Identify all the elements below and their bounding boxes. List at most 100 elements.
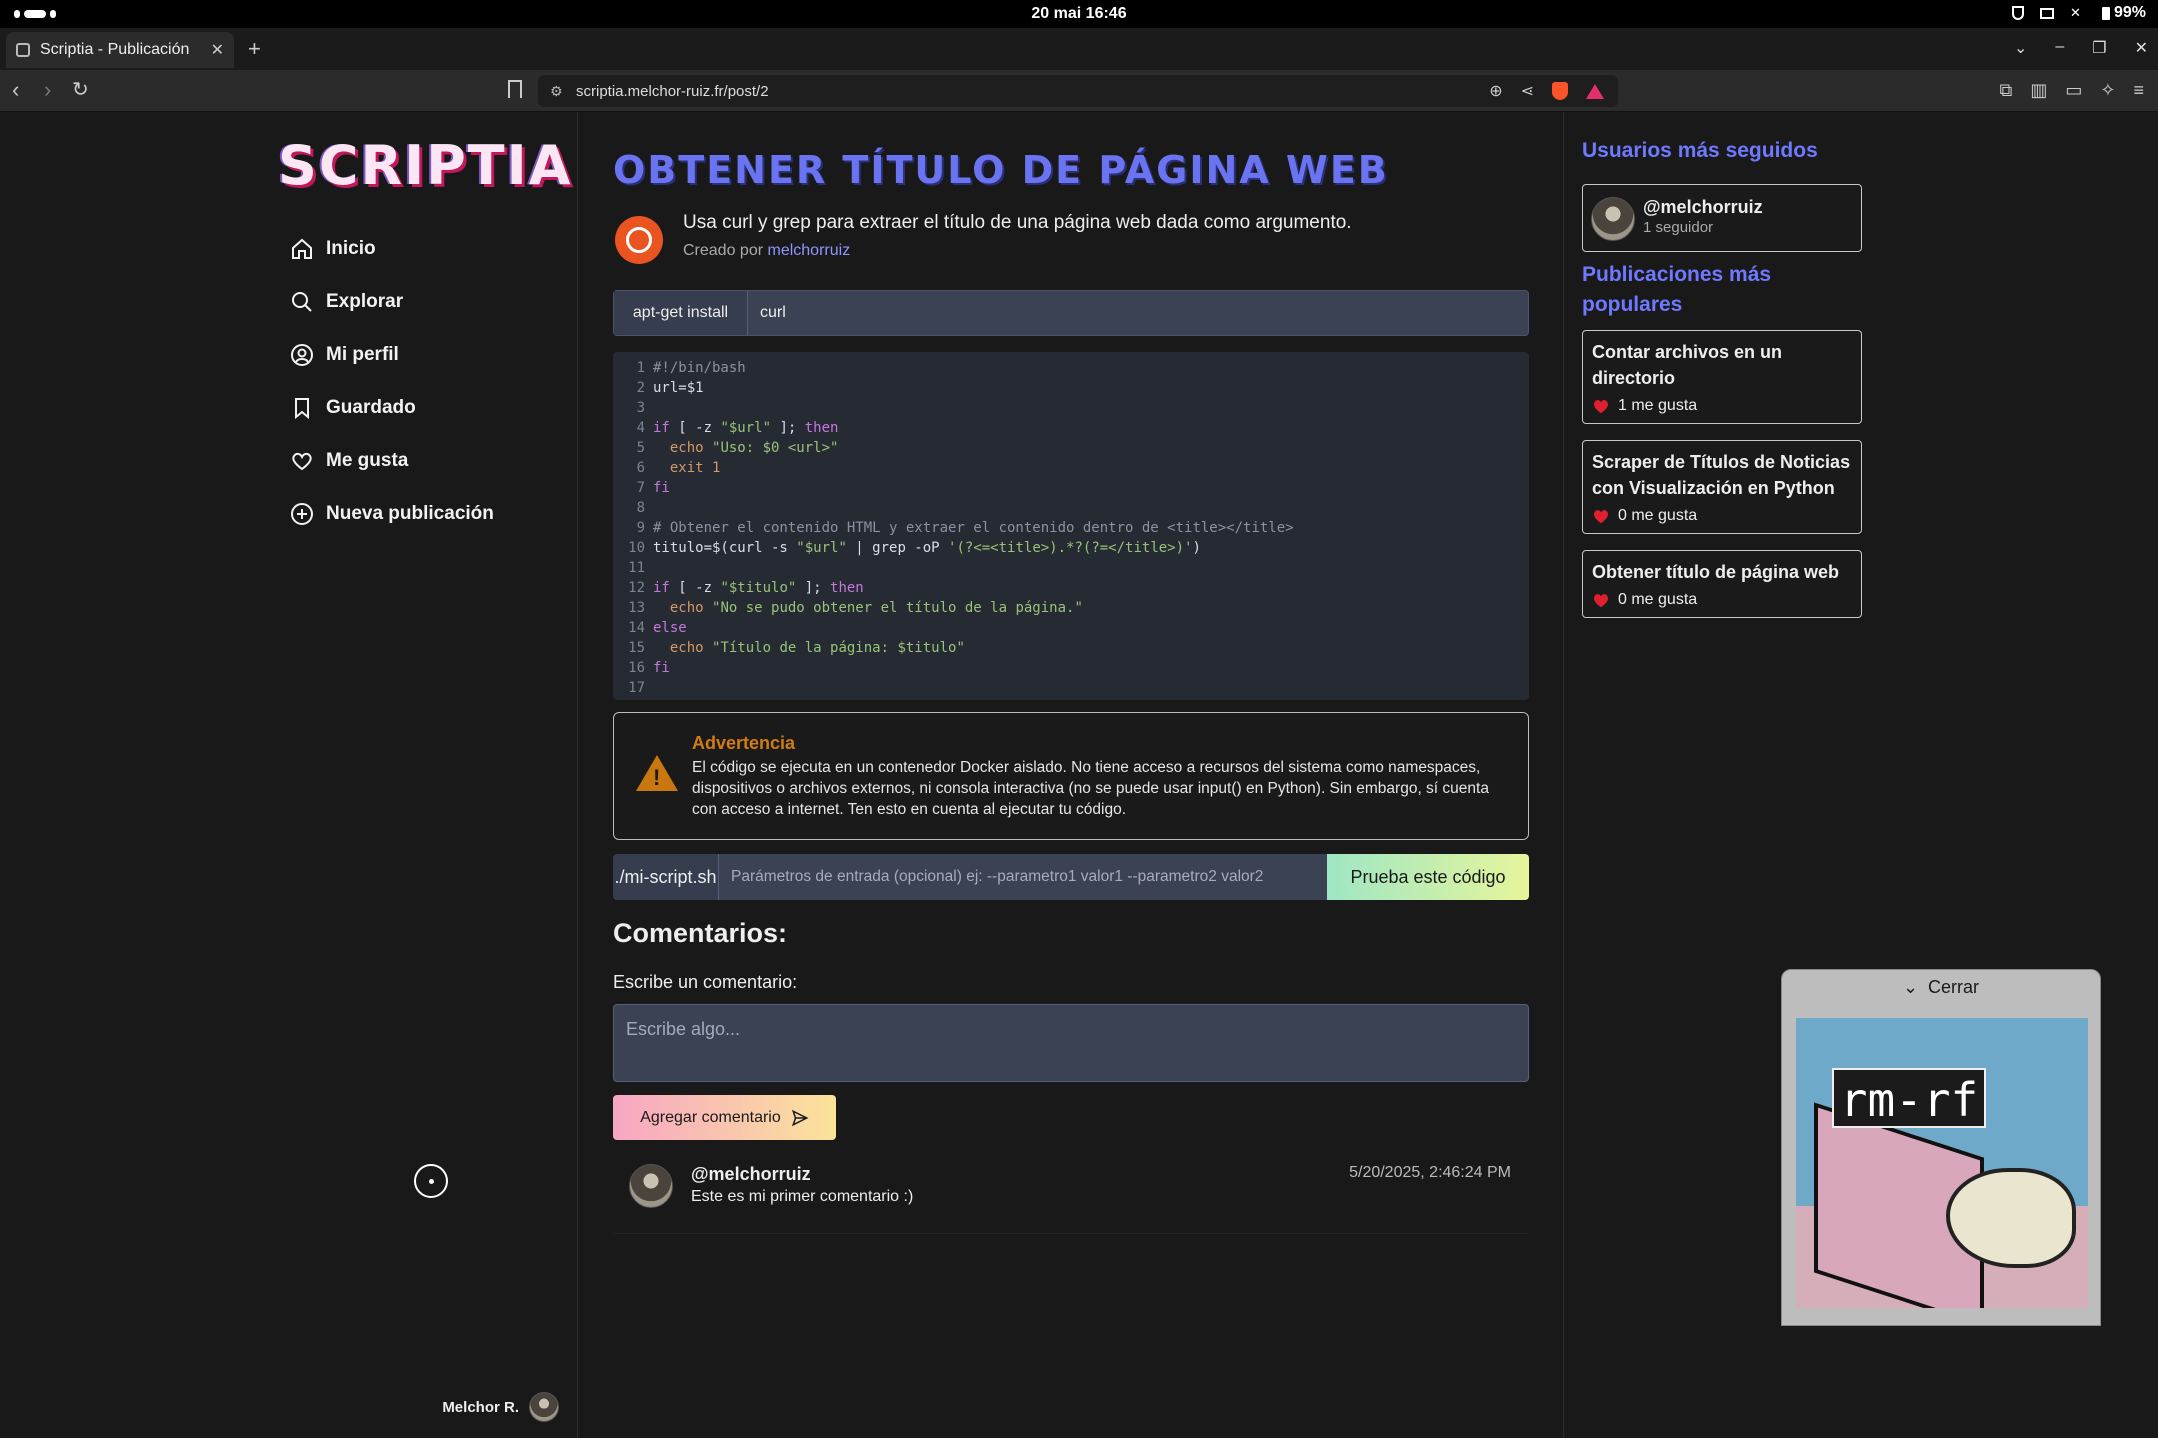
brave-rewards-icon[interactable] <box>1586 83 1604 99</box>
popular-posts-heading: Publicaciones más populares <box>1582 263 1772 316</box>
popular-post-title: Scraper de Títulos de Noticias con Visua… <box>1592 452 1851 498</box>
comment-date: 5/20/2025, 2:46:24 PM <box>1349 1164 1511 1181</box>
bookmark-page-icon[interactable] <box>508 80 522 98</box>
menu-item-nueva-publicacion[interactable]: Nueva publicación <box>290 487 494 540</box>
search-icon <box>292 291 312 312</box>
code-text: titulo=$(curl -s "$url" | grep -oP '(?<=… <box>653 540 1201 556</box>
author-link[interactable]: melchorruiz <box>768 242 851 259</box>
code-line: 12 if [ -z "$titulo" ]; then <box>623 578 1519 598</box>
install-packages: curl <box>760 304 786 321</box>
site-logo[interactable]: SCRIPTIA <box>278 134 573 197</box>
tab-favicon-icon <box>16 43 30 57</box>
menu-item-inicio[interactable]: Inicio <box>290 222 494 275</box>
share-icon[interactable]: ⋖ <box>1521 81 1534 101</box>
menu-item-mi-perfil[interactable]: Mi perfil <box>290 328 494 381</box>
menu-icon[interactable]: ≡ <box>2133 80 2144 101</box>
code-line: 3 <box>623 398 1519 418</box>
menu-item-label: Me gusta <box>326 449 409 471</box>
code-line: 15 echo "Título de la página: $titulo" <box>623 638 1519 658</box>
reload-icon[interactable]: ↻ <box>72 78 89 102</box>
back-icon[interactable]: ‹ <box>12 78 19 102</box>
widget-close-button[interactable]: ⌄ Cerrar <box>1782 970 2100 1004</box>
zoom-icon[interactable]: ⊕ <box>1489 81 1502 101</box>
popular-post-likes: 0 me gusta <box>1618 507 1698 524</box>
restore-icon[interactable]: ❐ <box>2092 38 2106 58</box>
line-number: 12 <box>628 580 645 596</box>
code-text: # Obtener el contenido HTML y extraer el… <box>653 520 1294 536</box>
add-comment-button[interactable]: Agregar comentario <box>613 1095 836 1140</box>
popular-post-likes: 0 me gusta <box>1618 591 1698 608</box>
code-line: 16 fi <box>623 658 1519 678</box>
menu-item-label: Inicio <box>326 237 376 259</box>
send-icon <box>791 1109 809 1126</box>
popular-post-card[interactable]: Contar archivos en un directorio 1 me gu… <box>1582 330 1862 424</box>
widget-close-label: Cerrar <box>1928 976 1980 997</box>
code-line: 1 #!/bin/bash <box>623 358 1519 378</box>
popular-post-title: Obtener título de página web <box>1592 562 1840 582</box>
code-text: exit 1 <box>669 460 721 476</box>
ubuntu-logo-icon <box>615 216 663 264</box>
avatar <box>1591 197 1635 241</box>
popular-post-card[interactable]: Scraper de Títulos de Noticias con Visua… <box>1582 440 1862 534</box>
mouse-cursor-indicator <box>414 1164 448 1198</box>
site-settings-icon[interactable]: ⚙ <box>550 83 563 100</box>
code-line: 10 titulo=$(curl -s "$url" | grep -oP '(?… <box>623 538 1519 558</box>
code-line: 11 <box>623 558 1519 578</box>
wallet-icon[interactable]: ▭ <box>2065 80 2082 101</box>
menu-item-explorar[interactable]: Explorar <box>290 275 494 328</box>
followed-user-name: @melchorruiz <box>1643 197 1763 217</box>
profile-name: Melchor R. <box>442 1398 519 1416</box>
browser-tab[interactable]: Scriptia - Publicación ✕ <box>6 32 234 68</box>
menu-item-label: Guardado <box>326 396 416 418</box>
run-code-button[interactable]: Prueba este código <box>1327 854 1529 900</box>
tab-list-icon[interactable]: ⌄ <box>2014 38 2027 58</box>
clock: 20 mai 16:46 <box>1031 5 1127 22</box>
post-author-line: Creado por melchorruiz <box>683 242 850 260</box>
menu-item-label: Explorar <box>326 290 404 312</box>
line-number: 9 <box>636 520 645 536</box>
battery-level: 99% <box>2113 4 2146 21</box>
script-params-input[interactable] <box>719 854 1327 900</box>
popular-post-likes-row: 0 me gusta <box>1592 507 1852 525</box>
comment-user[interactable]: @melchorruiz <box>691 1164 811 1185</box>
mute-icon: ✕ <box>2069 5 2081 20</box>
main-menu: Inicio Explorar Mi perfil Guardado Me gu… <box>290 222 494 540</box>
minimize-icon[interactable]: – <box>2055 38 2064 58</box>
popular-post-card[interactable]: Obtener título de página web 0 me gusta <box>1582 550 1862 618</box>
comment-input[interactable] <box>613 1004 1529 1082</box>
sidebar-toggle-icon[interactable]: ▥ <box>2030 80 2047 101</box>
rm-rf-illustration: rm-rf <box>1796 1018 2088 1308</box>
close-window-icon[interactable]: ✕ <box>2135 38 2148 58</box>
leo-ai-icon[interactable]: ✧ <box>2100 80 2115 101</box>
comments-heading: Comentarios: <box>613 918 788 948</box>
forward-icon[interactable]: › <box>44 78 51 102</box>
brave-shields-icon[interactable] <box>1552 82 1568 100</box>
code-text: echo "No se pudo obtener el título de la… <box>669 600 1083 616</box>
user-circle-icon <box>291 343 313 366</box>
new-tab-button[interactable]: + <box>248 36 261 62</box>
address-bar[interactable]: ⚙ scriptia.melchor-ruiz.fr/post/2 ⊕ ⋖ <box>538 75 1618 107</box>
sidebar-profile[interactable]: Melchor R. <box>442 1392 559 1422</box>
followed-user-card[interactable]: @melchorruiz 1 seguidor <box>1582 184 1862 252</box>
created-by-label: Creado por <box>683 242 764 259</box>
avatar[interactable] <box>629 1164 673 1208</box>
comment-item: @melchorruiz Este es mi primer comentari… <box>613 1164 1529 1234</box>
code-block[interactable]: 1 #!/bin/bash 2 url=$1 3 4 if [ -z "$url" ]; t… <box>613 352 1529 700</box>
left-sidebar: SCRIPTIA Inicio Explorar Mi perfil Guard… <box>0 112 578 1438</box>
close-tab-icon[interactable]: ✕ <box>211 40 224 60</box>
menu-item-guardado[interactable]: Guardado <box>290 381 494 434</box>
floating-image-widget: ⌄ Cerrar rm-rf <box>1781 969 2101 1326</box>
browser-toolbar: ‹ › ↻ ⚙ scriptia.melchor-ruiz.fr/post/2 … <box>0 70 2158 112</box>
install-label: apt-get install <box>614 291 748 335</box>
plus-circle-icon <box>291 502 313 525</box>
code-line: 4 if [ -z "$url" ]; then <box>623 418 1519 438</box>
menu-item-me-gusta[interactable]: Me gusta <box>290 434 494 487</box>
post-main: OBTENER TÍTULO DE PÁGINA WEB Usa curl y … <box>613 112 1529 1438</box>
home-icon <box>292 238 312 259</box>
os-status-bar: 20 mai 16:46 ✕ 99% <box>0 0 2158 28</box>
avatar <box>529 1392 559 1422</box>
warning-icon <box>636 755 678 791</box>
line-number: 14 <box>628 620 645 636</box>
rm-rf-sign: rm-rf <box>1832 1068 1986 1128</box>
extensions-icon[interactable]: ⧉ <box>2000 80 2013 101</box>
